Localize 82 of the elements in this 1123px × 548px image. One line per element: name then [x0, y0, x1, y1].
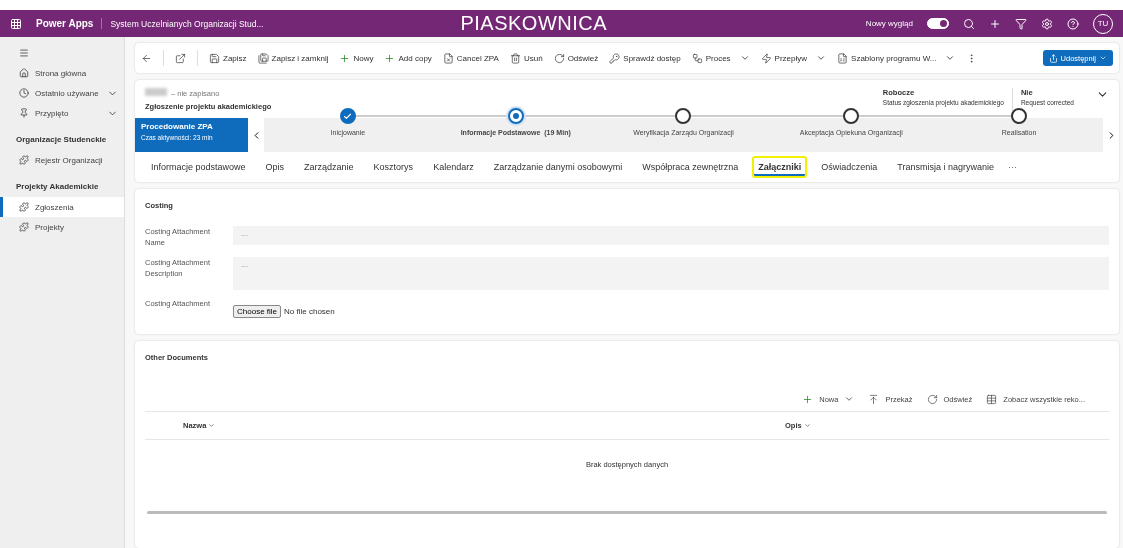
form-tab[interactable]: Zarządzanie danymi osobowymi	[487, 156, 629, 178]
share-icon	[1048, 53, 1058, 63]
command-button[interactable]: Zapisz i zamknij	[257, 52, 329, 64]
app-name[interactable]: Power Apps	[36, 18, 103, 29]
file-status: No file chosen	[284, 306, 335, 316]
horizontal-scrollbar[interactable]	[147, 510, 1107, 514]
sidebar-group-title: Organizacje Studenckie	[15, 134, 108, 146]
app-title: System Uczelnianych Organizacji Stud...	[110, 18, 265, 29]
flow-icon	[760, 52, 772, 64]
chevron-icon	[1099, 54, 1107, 62]
command-button[interactable]: Proces	[691, 52, 750, 64]
plus-icon	[339, 52, 351, 64]
popout-icon[interactable]	[175, 52, 186, 64]
form-tab[interactable]: Zarządzanie	[298, 156, 360, 178]
sidebar-item[interactable]: Zgłoszenia	[0, 197, 124, 217]
form-tab[interactable]: Informacje podstawowe	[145, 156, 252, 178]
key-icon	[609, 52, 621, 64]
puzzle-icon	[19, 202, 29, 212]
chevron-icon	[208, 421, 216, 429]
upload-icon	[868, 393, 880, 405]
command-button[interactable]: Sprawdź dostęp	[609, 52, 681, 64]
chevron-icon	[816, 53, 827, 63]
filter-icon[interactable]	[1015, 17, 1027, 30]
command-button[interactable]: Usuń	[509, 52, 543, 64]
form-tab[interactable]: Oświadczenia	[815, 156, 884, 178]
app-launcher-icon[interactable]	[10, 17, 22, 30]
plus-icon	[384, 52, 396, 64]
more-tabs[interactable]: ···	[1008, 162, 1018, 172]
form-tab[interactable]: Transmisja i nagrywanie	[891, 156, 1001, 178]
stage-marker[interactable]	[507, 108, 524, 124]
chevron-icon	[739, 53, 750, 63]
environment-name: PIASKOWNICA	[460, 12, 609, 35]
puzzle-icon	[19, 222, 29, 232]
document-x-icon	[442, 52, 454, 64]
chevron-icon	[945, 53, 956, 63]
check-icon	[343, 111, 353, 121]
back-icon[interactable]	[141, 52, 152, 64]
plus-icon[interactable]	[989, 17, 1001, 30]
form-tab[interactable]: Załączniki	[752, 156, 808, 178]
refresh-icon	[553, 52, 565, 64]
command-button[interactable]: Add copy	[384, 52, 432, 64]
new-look-toggle[interactable]	[927, 18, 949, 29]
sidebar-item[interactable]: Projekty	[0, 217, 124, 237]
sidebar-item[interactable]: Rejestr Organizacji	[0, 150, 124, 170]
spreadsheet-icon	[837, 52, 849, 64]
clock-icon	[19, 88, 29, 98]
stage-marker[interactable]	[843, 108, 860, 124]
puzzle-icon	[19, 155, 29, 165]
refresh-icon	[926, 393, 938, 405]
command-button[interactable]: Odśwież	[553, 52, 599, 64]
table-icon	[986, 393, 998, 405]
save-icon	[209, 52, 220, 64]
chevron-icon	[844, 394, 855, 404]
command-button[interactable]: Cancel ZPA	[442, 52, 499, 64]
help-icon[interactable]	[1067, 17, 1079, 30]
form-tab[interactable]: Kalendarz	[427, 156, 480, 178]
command-button[interactable]: Szablony programu W...	[837, 52, 956, 64]
command-button[interactable]: Przepływ	[760, 52, 827, 64]
save-close-icon	[257, 52, 269, 64]
new-look-label: Nowy wygląd	[865, 19, 913, 28]
process-icon	[691, 52, 703, 64]
sidebar-item[interactable]: Ostatnio używane	[0, 83, 124, 103]
home-icon	[19, 68, 29, 78]
form-tab[interactable]: Współpraca zewnętrzna	[636, 156, 745, 178]
command-button[interactable]: Nowy	[339, 52, 374, 64]
stage-marker[interactable]	[339, 108, 356, 124]
stage-marker[interactable]	[675, 108, 692, 124]
form-tab[interactable]: Opis	[259, 156, 291, 178]
form-tab[interactable]: Kosztorys	[367, 156, 420, 178]
chevron-icon	[803, 421, 811, 429]
search-icon[interactable]	[963, 17, 975, 30]
stage-marker[interactable]	[1011, 108, 1028, 124]
pin-icon	[19, 108, 29, 118]
blurred-record-name	[145, 88, 167, 96]
sidebar-item[interactable]: Przypięto	[0, 103, 124, 123]
trash-icon	[509, 52, 521, 64]
settings-icon[interactable]	[1041, 17, 1053, 30]
plus-icon	[802, 393, 814, 405]
choose-file-button[interactable]: Choose file	[233, 304, 282, 318]
sidebar-item[interactable]: Strona główna	[0, 63, 124, 83]
sidebar-group-title: Projekty Akademickie	[15, 181, 100, 193]
command-button[interactable]: Zapisz	[209, 52, 247, 64]
